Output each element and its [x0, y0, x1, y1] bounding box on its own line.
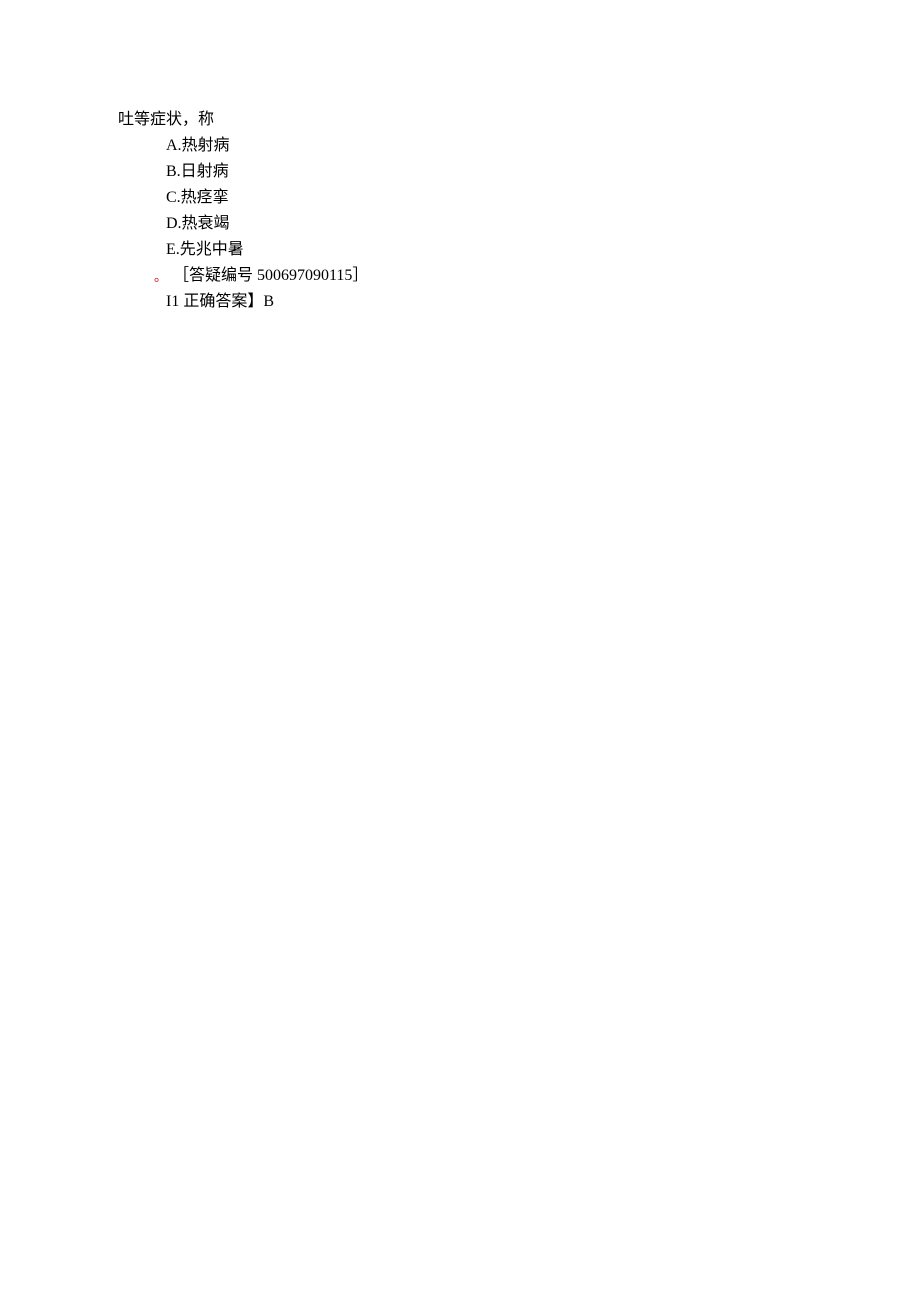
option-b-text: B.日射病: [166, 163, 229, 180]
option-b-line: B.日射病: [118, 160, 920, 184]
option-a-line: A.热射病: [118, 134, 920, 158]
option-d-line: D.热衰竭: [118, 212, 920, 236]
note-line: 。 ［答疑编号 500697090115］: [118, 264, 920, 288]
option-d-text: D.热衰竭: [166, 215, 230, 232]
intro-text: 吐等症状，称: [118, 111, 214, 128]
answer-text: I1 正确答案】B: [166, 293, 274, 310]
option-a-text: A.热射病: [166, 137, 230, 154]
option-e-text: E.先兆中暑: [166, 241, 244, 258]
option-e-line: E.先兆中暑: [118, 238, 920, 262]
note-marker: 。: [154, 269, 167, 284]
note-text: ［答疑编号 500697090115］: [173, 267, 368, 284]
option-c-text: C.热痉挛: [166, 189, 229, 206]
option-c-line: C.热痉挛: [118, 186, 920, 210]
answer-line: I1 正确答案】B: [118, 290, 920, 314]
question-intro: 吐等症状，称: [118, 108, 920, 132]
